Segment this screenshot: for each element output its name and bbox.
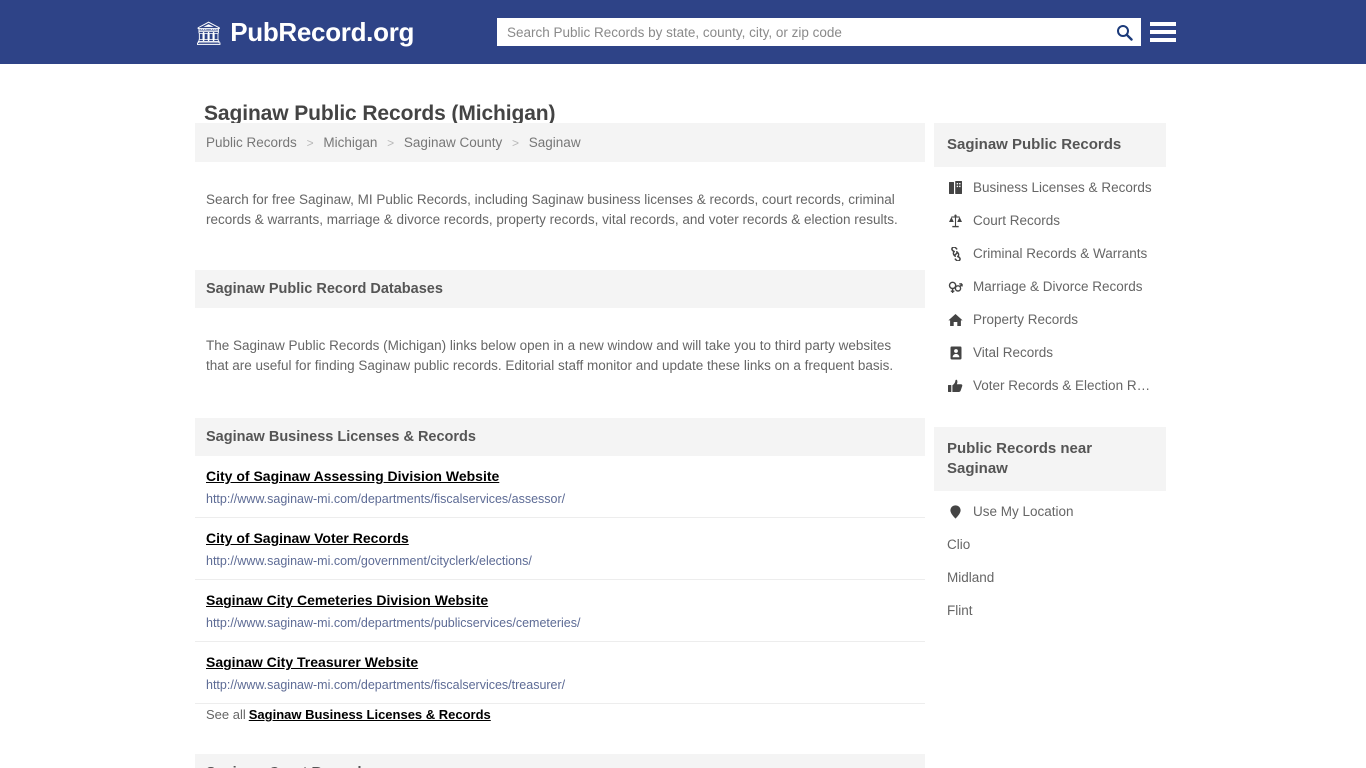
sidebar-item-label: Marriage & Divorce Records: [973, 279, 1143, 294]
databases-paragraph: The Saginaw Public Records (Michigan) li…: [206, 337, 894, 373]
see-all-business-licenses-link[interactable]: Saginaw Business Licenses & Records: [249, 707, 491, 722]
sidebar-item-business-licenses[interactable]: Business Licenses & Records: [934, 171, 1166, 204]
sidebar-item-clio[interactable]: Clio: [934, 528, 1166, 561]
sidebar-item-label: Use My Location: [973, 504, 1074, 519]
record-link-url[interactable]: http://www.saginaw-mi.com/departments/fi…: [206, 678, 914, 692]
building-icon: [947, 180, 964, 195]
sidebar-records-list: Business Licenses & Records Court Record…: [934, 167, 1166, 402]
search-icon: [1116, 24, 1133, 41]
home-icon: [947, 313, 964, 327]
thumbs-up-icon: [947, 379, 964, 393]
sidebar-item-property-records[interactable]: Property Records: [934, 303, 1166, 336]
hamburger-menu-icon-bar: [1150, 22, 1176, 26]
venus-mars-icon: [947, 280, 964, 294]
sidebar-item-marriage-divorce[interactable]: Marriage & Divorce Records: [934, 270, 1166, 303]
main-content-column: Public Records > Michigan > Saginaw Coun…: [195, 123, 925, 768]
intro-paragraph: Search for free Saginaw, MI Public Recor…: [206, 191, 898, 227]
record-link-url[interactable]: http://www.saginaw-mi.com/departments/pu…: [206, 616, 914, 630]
record-link-row: City of Saginaw Assessing Division Websi…: [195, 456, 925, 518]
balance-scale-icon: [947, 214, 964, 228]
map-marker-icon: [947, 504, 964, 519]
sidebar-item-label: Business Licenses & Records: [973, 180, 1152, 195]
search-bar: [497, 18, 1141, 46]
sidebar-item-label: Voter Records & Election R…: [973, 378, 1151, 393]
breadcrumb-item-michigan[interactable]: Michigan: [323, 135, 377, 150]
section-header-court-records: Saginaw Court Records: [195, 754, 925, 768]
sidebar-item-label: Court Records: [973, 213, 1061, 228]
record-link-row: City of Saginaw Voter Records http://www…: [195, 518, 925, 580]
site-header: 🏛 PubRecord.org: [0, 0, 1366, 64]
search-button[interactable]: [1107, 18, 1141, 46]
sidebar-item-criminal-records[interactable]: Criminal Records & Warrants: [934, 237, 1166, 270]
section-header-business-licenses: Saginaw Business Licenses & Records: [195, 418, 925, 456]
id-card-icon: [947, 346, 964, 360]
sidebar-item-voter-records[interactable]: Voter Records & Election R…: [934, 369, 1166, 402]
sidebar-item-label: Midland: [947, 570, 995, 585]
sidebar-item-flint[interactable]: Flint: [934, 594, 1166, 627]
breadcrumb-item-public-records[interactable]: Public Records: [206, 135, 297, 150]
sidebar-item-court-records[interactable]: Court Records: [934, 204, 1166, 237]
breadcrumb-item-saginaw[interactable]: Saginaw: [529, 135, 581, 150]
hamburger-menu-icon-bar: [1150, 30, 1176, 34]
sidebar-item-label: Flint: [947, 603, 973, 618]
sidebar-nearby-list: Use My Location Clio Midland Flint: [934, 491, 1166, 627]
brand-name: PubRecord.org: [230, 16, 415, 47]
sidebar-item-use-my-location[interactable]: Use My Location: [934, 495, 1166, 528]
search-input[interactable]: [497, 18, 1107, 46]
sidebar-item-label: Criminal Records & Warrants: [973, 246, 1148, 261]
sidebar-item-midland[interactable]: Midland: [934, 561, 1166, 594]
sidebar-heading-nearby: Public Records near Saginaw: [934, 427, 1166, 491]
record-link-url[interactable]: http://www.saginaw-mi.com/departments/fi…: [206, 492, 914, 506]
hamburger-menu-button[interactable]: [1150, 19, 1176, 45]
record-link-row: Saginaw City Treasurer Website http://ww…: [195, 642, 925, 704]
breadcrumb-separator: >: [387, 136, 395, 150]
record-link-title[interactable]: Saginaw City Treasurer Website: [206, 654, 418, 670]
handcuffs-icon: [947, 246, 964, 261]
sidebar-item-label: Vital Records: [973, 345, 1054, 360]
hamburger-menu-icon-bar: [1150, 38, 1176, 42]
record-link-row: Saginaw City Cemeteries Division Website…: [195, 580, 925, 642]
record-link-title[interactable]: Saginaw City Cemeteries Division Website: [206, 592, 488, 608]
breadcrumb-item-saginaw-county[interactable]: Saginaw County: [404, 135, 502, 150]
breadcrumb-separator: >: [512, 136, 520, 150]
sidebar: Saginaw Public Records Business Licenses…: [934, 123, 1166, 627]
record-link-url[interactable]: http://www.saginaw-mi.com/government/cit…: [206, 554, 914, 568]
breadcrumb: Public Records > Michigan > Saginaw Coun…: [195, 123, 925, 162]
sidebar-heading-records: Saginaw Public Records: [934, 123, 1166, 167]
record-link-title[interactable]: City of Saginaw Assessing Division Websi…: [206, 468, 499, 484]
bank-icon: 🏛: [194, 19, 224, 46]
breadcrumb-separator: >: [306, 136, 314, 150]
sidebar-item-label: Clio: [947, 537, 971, 552]
see-all-row: See all Saginaw Business Licenses & Recor…: [195, 704, 925, 735]
sidebar-item-vital-records[interactable]: Vital Records: [934, 336, 1166, 369]
sidebar-item-label: Property Records: [973, 312, 1079, 327]
section-header-databases: Saginaw Public Record Databases: [195, 270, 925, 308]
site-logo-link[interactable]: 🏛 PubRecord.org: [194, 17, 414, 48]
see-all-prefix: See all: [206, 707, 246, 722]
record-link-title[interactable]: City of Saginaw Voter Records: [206, 530, 409, 546]
